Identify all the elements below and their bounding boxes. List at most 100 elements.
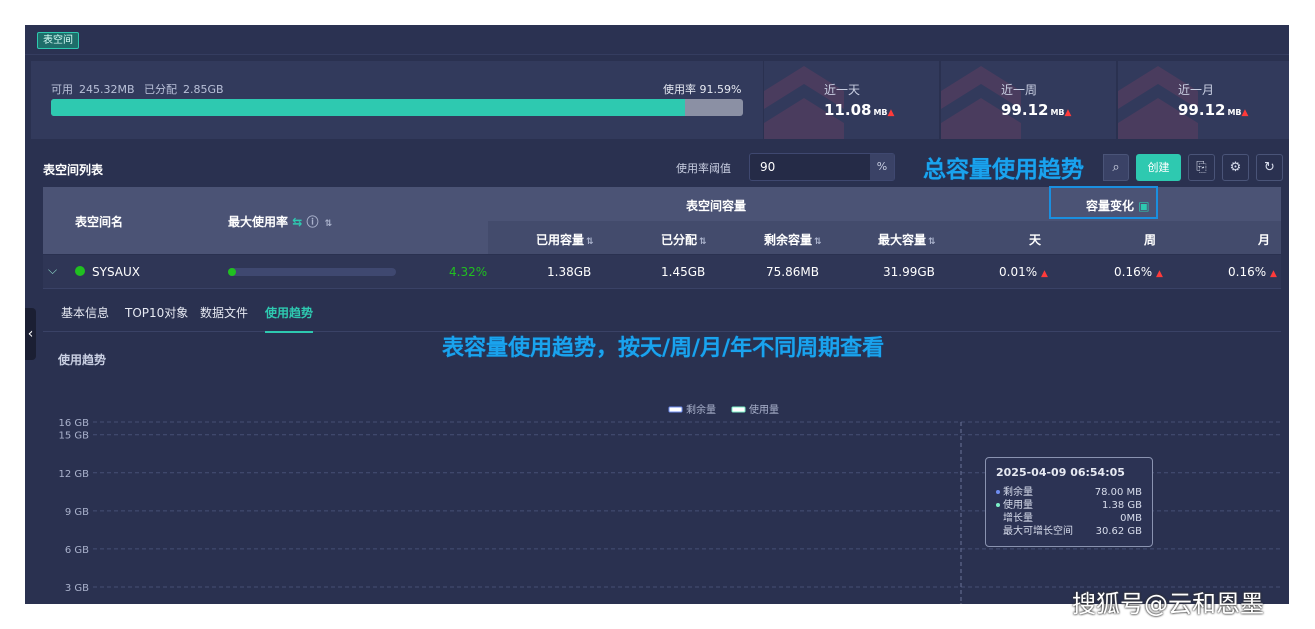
col-max-label: 最大容量 — [878, 233, 927, 247]
col-month: 月 — [1258, 233, 1271, 247]
tablespace-tag[interactable]: 表空间 — [37, 32, 79, 49]
row-used: 1.38GB — [547, 265, 592, 279]
swap-icon[interactable]: ⇆ — [292, 215, 302, 229]
row-day-value: 0.01% — [999, 265, 1038, 279]
threshold-value: 90 — [760, 160, 776, 174]
tooltip-row: 剩余量 78.00 MB — [996, 486, 1142, 499]
row-day: 0.01% ▲ — [999, 265, 1048, 279]
series-dot — [996, 503, 1000, 507]
chart-tooltip: 2025-04-09 06:54:05 剩余量 78.00 MB 使用量 1.38 … — [985, 457, 1153, 547]
expand-chevron-icon[interactable]: ⌵ — [48, 263, 57, 278]
stat-value: 99.12 MB▲ — [1178, 101, 1248, 119]
group-capacity: 表空间容量 — [686, 199, 747, 213]
y-tick-label: 3 GB — [65, 583, 89, 594]
legend-swatch-0 — [668, 406, 683, 413]
row-name[interactable]: SYSAUX — [92, 265, 140, 279]
export-button[interactable]: ⎘ — [1188, 154, 1215, 181]
watermark: 搜狐号@云和恩墨 — [1072, 590, 1264, 618]
chevron-up-icon — [764, 66, 844, 139]
arrow-up-icon: ▲ — [1241, 108, 1249, 118]
col-week: 周 — [1144, 233, 1157, 247]
sort-icon[interactable]: ⇅ — [325, 219, 333, 229]
allocated-label: 已分配 — [144, 83, 178, 96]
legend-label-0: 剩余量 — [686, 403, 716, 416]
stat-card-week: 近一周 99.12 MB▲ — [941, 61, 1116, 139]
chevron-up-icon — [941, 66, 1021, 139]
stat-card-day: 近一天 11.08 MB▲ — [764, 61, 939, 139]
usage-panel: 可用 245.32MB 已分配 2.85GB 使用率 91.59% — [31, 61, 763, 139]
tooltip-label: 增长量 — [1003, 513, 1033, 524]
settings-button[interactable]: ⚙ — [1222, 154, 1249, 181]
sort-icon: ⇅ — [928, 237, 936, 247]
row-remaining: 75.86MB — [766, 265, 819, 279]
search-icon: ⌕ — [1112, 160, 1120, 175]
stat-label: 近一周 — [1001, 83, 1038, 97]
chevron-up-icon — [1118, 66, 1198, 139]
export-icon: ⎘ — [1196, 160, 1207, 175]
available-value: 245.32MB — [79, 83, 135, 96]
col-used-label: 已用容量 — [536, 233, 585, 247]
row-week-value: 0.16% — [1114, 265, 1153, 279]
allocated-value: 2.85GB — [183, 83, 224, 96]
row-max: 31.99GB — [883, 265, 935, 279]
info-icon[interactable]: ⓘ — [306, 215, 318, 229]
tooltip-value: 78.00 MB — [1094, 487, 1142, 498]
col-max[interactable]: 最大容量 ⇅ — [878, 231, 936, 248]
threshold-input[interactable]: 90 % — [749, 153, 895, 181]
col-day: 天 — [1029, 233, 1042, 247]
legend-swatch-1 — [731, 406, 746, 413]
sort-icon: ⇅ — [814, 237, 822, 247]
rate-bar-fill — [228, 268, 236, 276]
stat-value: 11.08 MB▲ — [824, 101, 894, 119]
status-dot — [75, 266, 85, 276]
legend-label-1: 使用量 — [749, 403, 779, 416]
tooltip-value: 1.38 GB — [1101, 500, 1142, 511]
row-rate: 4.32% — [449, 265, 488, 279]
table-row[interactable]: ⌵ SYSAUX 4.32% 1.38GB 1.45GB 75.86MB 31.… — [43, 255, 1281, 289]
stat-value: 99.12 MB▲ — [1001, 101, 1071, 119]
sort-icon: ⇅ — [586, 237, 594, 247]
stat-label: 近一月 — [1178, 83, 1215, 97]
y-tick-label: 12 GB — [58, 469, 89, 480]
col-allocated-label: 已分配 — [661, 233, 698, 247]
arrow-up-icon: ▲ — [1064, 108, 1072, 118]
tooltip-label: 最大可增长空间 — [1003, 526, 1073, 537]
arrow-up-icon: ▲ — [1040, 269, 1048, 279]
tooltip-time: 2025-04-09 06:54:05 — [996, 466, 1125, 479]
row-allocated: 1.45GB — [661, 265, 706, 279]
usage-bar-fill — [51, 99, 685, 116]
rate-label: 使用率 — [663, 83, 696, 96]
gear-icon: ⚙ — [1229, 160, 1242, 175]
search-button[interactable]: ⌕ — [1103, 154, 1129, 181]
threshold-unit: % — [870, 154, 894, 180]
stat-unit: MB — [1050, 108, 1065, 117]
col-remaining[interactable]: 剩余容量 ⇅ — [764, 231, 822, 248]
stat-unit: MB — [873, 108, 888, 117]
col-remaining-label: 剩余容量 — [764, 233, 813, 247]
col-max-rate-label: 最大使用率 — [228, 215, 289, 229]
rate-bar — [228, 268, 396, 276]
stat-label: 近一天 — [824, 83, 861, 97]
highlight-box — [1049, 186, 1158, 219]
row-month: 0.16% ▲ — [1228, 265, 1277, 279]
tooltip-row: 最大可增长空间 30.62 GB — [996, 525, 1142, 538]
collapse-sidebar-icon[interactable]: ‹ — [25, 308, 36, 360]
series-dot — [996, 490, 1000, 494]
row-week: 0.16% ▲ — [1114, 265, 1163, 279]
usage-info: 可用 245.32MB 已分配 2.85GB — [51, 81, 230, 97]
refresh-button[interactable]: ↻ — [1256, 154, 1283, 181]
rate-value: 91.59% — [699, 83, 742, 96]
col-max-rate[interactable]: 最大使用率 ⇆ ⓘ ⇅ — [228, 213, 332, 230]
available-label: 可用 — [51, 83, 73, 96]
annotation-total-trend: 总容量使用趋势 — [923, 157, 1084, 183]
stat-number: 11.08 — [824, 101, 872, 119]
arrow-up-icon: ▲ — [1155, 269, 1163, 279]
usage-bar — [51, 99, 743, 116]
annotation-table-trend: 表容量使用趋势，按天/周/月/年不同周期查看 — [442, 336, 885, 361]
col-used[interactable]: 已用容量 ⇅ — [536, 231, 594, 248]
col-allocated[interactable]: 已分配 ⇅ — [661, 231, 707, 248]
tooltip-label: 剩余量 — [1003, 487, 1033, 498]
tooltip-label: 使用量 — [1003, 500, 1033, 511]
create-button[interactable]: 创建 — [1136, 154, 1181, 181]
tooltip-value: 0MB — [1120, 513, 1142, 524]
